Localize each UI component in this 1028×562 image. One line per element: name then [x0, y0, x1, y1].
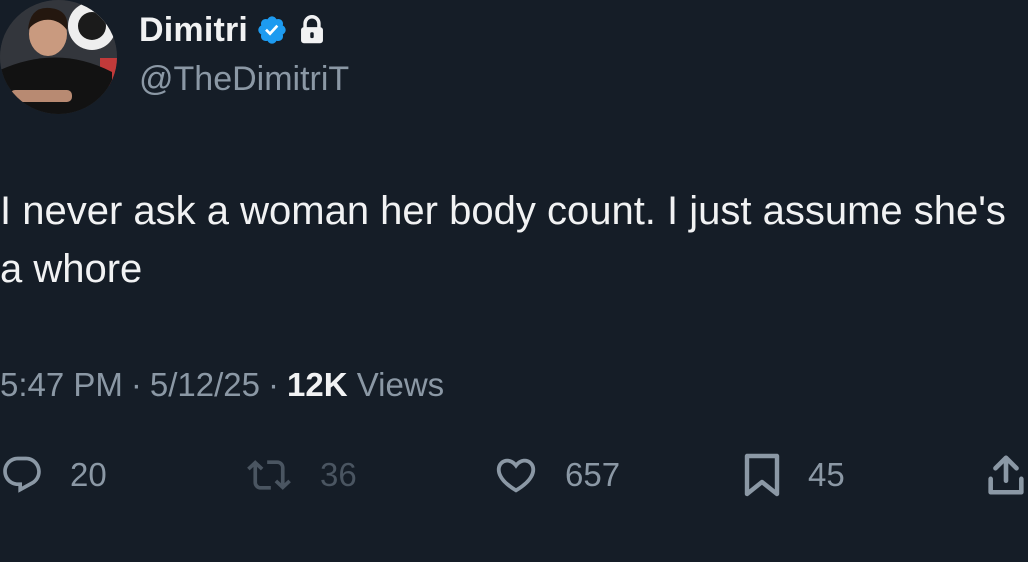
- share-button[interactable]: [986, 450, 1026, 500]
- lock-icon: [301, 15, 324, 44]
- bookmark-button[interactable]: 45: [742, 450, 845, 500]
- tweet-time[interactable]: 5:47 PM: [0, 366, 123, 403]
- retweet-count: 36: [320, 456, 357, 493]
- tweet-text: I never ask a woman her body count. I ju…: [0, 189, 1018, 291]
- views-label: Views: [356, 366, 445, 403]
- retweet-button[interactable]: 36: [244, 450, 357, 500]
- reply-button[interactable]: 20: [0, 450, 107, 500]
- reply-count: 20: [70, 456, 107, 493]
- share-icon: [988, 455, 1024, 495]
- user-handle[interactable]: @TheDimitriT: [139, 60, 349, 99]
- bookmark-icon: [744, 453, 780, 497]
- meta-separator: ·: [268, 366, 280, 403]
- action-bar: 20 36 657 45: [0, 450, 1028, 500]
- heart-icon: [496, 458, 536, 493]
- tweet-date[interactable]: 5/12/25: [150, 366, 260, 403]
- display-name[interactable]: Dimitri: [139, 11, 248, 50]
- bookmark-count: 45: [808, 456, 845, 493]
- reply-icon: [3, 456, 41, 493]
- meta-separator: ·: [130, 366, 142, 403]
- display-name-row: Dimitri: [139, 8, 326, 52]
- avatar[interactable]: [0, 0, 117, 114]
- like-count: 657: [565, 456, 621, 493]
- verified-badge-icon: [258, 16, 286, 44]
- views-count: 12K: [287, 366, 348, 403]
- tweet-meta: 5:47 PM · 5/12/25 · 12K Views: [0, 366, 444, 404]
- retweet-icon: [247, 460, 291, 490]
- like-button[interactable]: 657: [493, 450, 620, 500]
- tweet-card: Dimitri @TheDimitriT I never ask a woman…: [0, 0, 1028, 562]
